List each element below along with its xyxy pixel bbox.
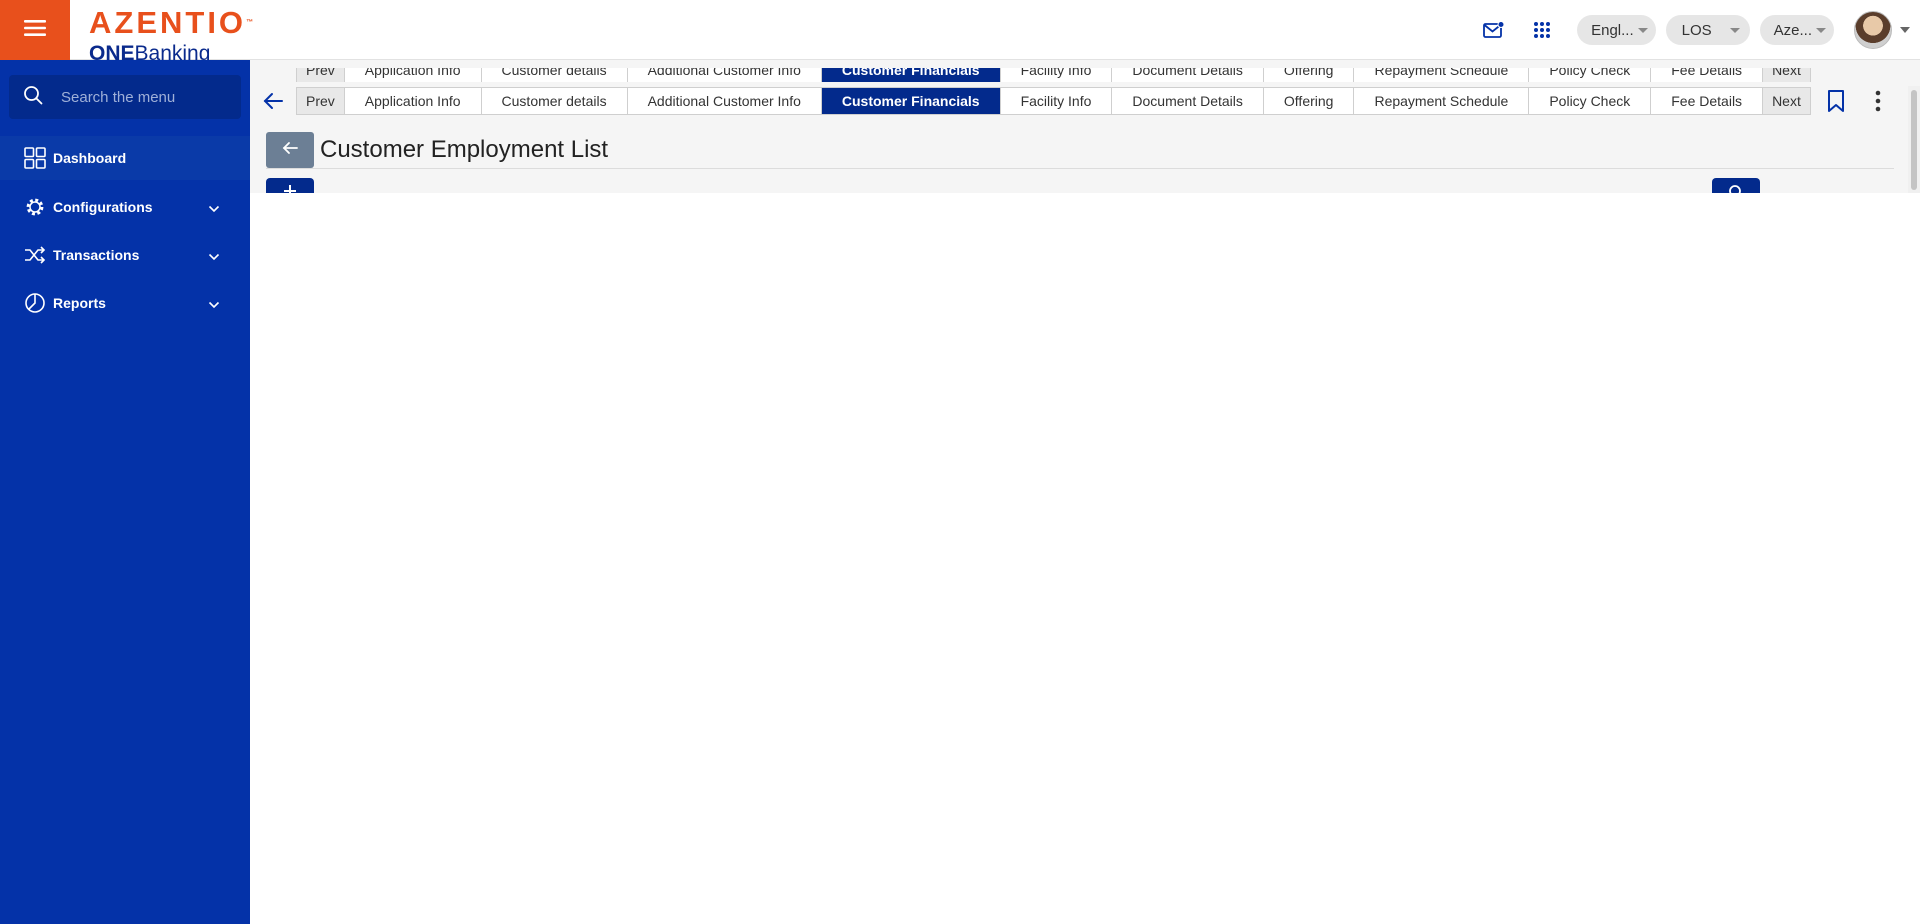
tab-application-info[interactable]: Application Info <box>344 88 482 114</box>
sidebar-search <box>9 75 241 119</box>
chevron-down-icon <box>1729 27 1740 33</box>
pie-chart-icon <box>24 292 46 314</box>
chevron-down-icon <box>1637 27 1648 33</box>
search-input[interactable] <box>61 88 231 106</box>
sidebar-item-label: Reports <box>53 295 106 311</box>
tab-document-details[interactable]: Document Details <box>1112 88 1264 114</box>
tab-prev-button[interactable]: Prev <box>297 88 345 114</box>
page-header: Customer Employment List <box>266 132 608 168</box>
module-select[interactable]: LOS <box>1665 15 1750 45</box>
tab-repayment-schedule[interactable]: Repayment Schedule <box>1354 88 1530 114</box>
logo-sub-rest: Banking <box>134 42 211 61</box>
chevron-down-icon <box>1816 27 1826 33</box>
entity-select-value: Aze... <box>1773 21 1812 39</box>
search-button[interactable] <box>1712 178 1760 193</box>
gear-icon <box>24 196 46 218</box>
divider <box>266 168 1894 169</box>
plus-icon <box>283 184 297 193</box>
scrollbar-thumb[interactable] <box>1911 90 1917 190</box>
tab-shadow: Additional Customer Info <box>627 68 822 82</box>
tab-shadow: Customer details <box>481 68 628 82</box>
tab-shadow: Document Details <box>1112 68 1264 82</box>
search-icon <box>1728 184 1744 193</box>
logo-sub-bold: ONE <box>89 42 135 61</box>
chevron-down-icon[interactable] <box>1900 27 1910 33</box>
logo-wordmark: AZENTIO <box>89 6 247 40</box>
search-icon <box>23 85 43 110</box>
entity-select[interactable]: Aze... <box>1759 15 1834 45</box>
chevron-down-icon <box>208 296 220 312</box>
tab-fee-details[interactable]: Fee Details <box>1651 88 1764 114</box>
apps-grid-icon[interactable] <box>1529 17 1555 43</box>
azentio-onebanking-logo[interactable]: AZENTIO™ ONEBanking <box>89 6 309 60</box>
hamburger-menu-button[interactable] <box>0 0 70 60</box>
tab-navigation: Prev Application Info Customer details A… <box>250 86 1893 116</box>
tab-offering[interactable]: Offering <box>1263 88 1355 114</box>
top-header: AZENTIO™ ONEBanking Engl... LOS Aze... <box>0 0 1920 60</box>
shuffle-icon <box>24 244 46 266</box>
sidebar-item-dashboard[interactable]: Dashboard <box>0 136 250 180</box>
tab-shadow: Application Info <box>344 68 482 82</box>
main-area: Prev Application Info Customer details A… <box>250 60 1920 924</box>
language-select-value: Engl... <box>1591 21 1634 39</box>
sidebar-item-reports[interactable]: Reports <box>0 281 250 325</box>
tab-strip: Prev Application Info Customer details A… <box>296 87 1811 115</box>
tab-strip-shadow: Prev Application Info Customer details A… <box>250 68 1920 82</box>
tab-tools <box>1821 86 1893 116</box>
tab-strip-shadow-inner: Prev Application Info Customer details A… <box>296 68 1811 82</box>
dashboard-grid-icon <box>24 147 46 169</box>
sidebar-item-configurations[interactable]: Configurations <box>0 185 250 229</box>
logo-trademark: ™ <box>246 19 254 26</box>
hamburger-menu-icon <box>24 19 46 41</box>
module-select-value: LOS <box>1681 21 1712 39</box>
content-frame: Prev Application Info Customer details A… <box>250 60 1920 193</box>
tab-shadow: Customer Financials <box>821 68 1001 82</box>
tab-shadow: Repayment Schedule <box>1354 68 1530 82</box>
tab-policy-check[interactable]: Policy Check <box>1529 88 1652 114</box>
page-title: Customer Employment List <box>320 136 609 163</box>
avatar[interactable] <box>1854 11 1892 49</box>
tab-prev-shadow: Prev <box>297 68 345 82</box>
tab-additional-customer-info[interactable]: Additional Customer Info <box>627 88 822 114</box>
tab-next-shadow: Next <box>1763 68 1810 82</box>
back-arrow-icon[interactable] <box>250 86 296 116</box>
add-button[interactable] <box>266 178 314 193</box>
more-vertical-icon[interactable] <box>1863 86 1893 116</box>
tab-next-button[interactable]: Next <box>1763 88 1810 114</box>
sidebar-item-transactions[interactable]: Transactions <box>0 233 250 277</box>
sidebar-item-label: Transactions <box>53 247 140 263</box>
chevron-down-icon <box>208 248 220 264</box>
mail-notification-icon[interactable] <box>1481 17 1507 43</box>
sidebar-item-label: Configurations <box>53 199 153 215</box>
bookmark-icon[interactable] <box>1821 86 1851 116</box>
tab-shadow: Policy Check <box>1529 68 1652 82</box>
tab-shadow: Facility Info <box>1000 68 1113 82</box>
sidebar-item-label: Dashboard <box>53 150 127 166</box>
tab-facility-info[interactable]: Facility Info <box>1000 88 1113 114</box>
arrow-left-icon <box>282 141 298 160</box>
header-actions: Engl... LOS Aze... <box>1481 0 1920 60</box>
sidebar: Dashboard Configurations Transactions Re… <box>0 60 250 924</box>
language-select[interactable]: Engl... <box>1577 15 1656 45</box>
chevron-down-icon <box>208 200 220 216</box>
tab-customer-details[interactable]: Customer details <box>481 88 628 114</box>
tab-shadow: Fee Details <box>1651 68 1764 82</box>
back-button[interactable] <box>266 132 314 168</box>
tab-shadow: Offering <box>1263 68 1355 82</box>
tab-customer-financials[interactable]: Customer Financials <box>821 88 1001 114</box>
